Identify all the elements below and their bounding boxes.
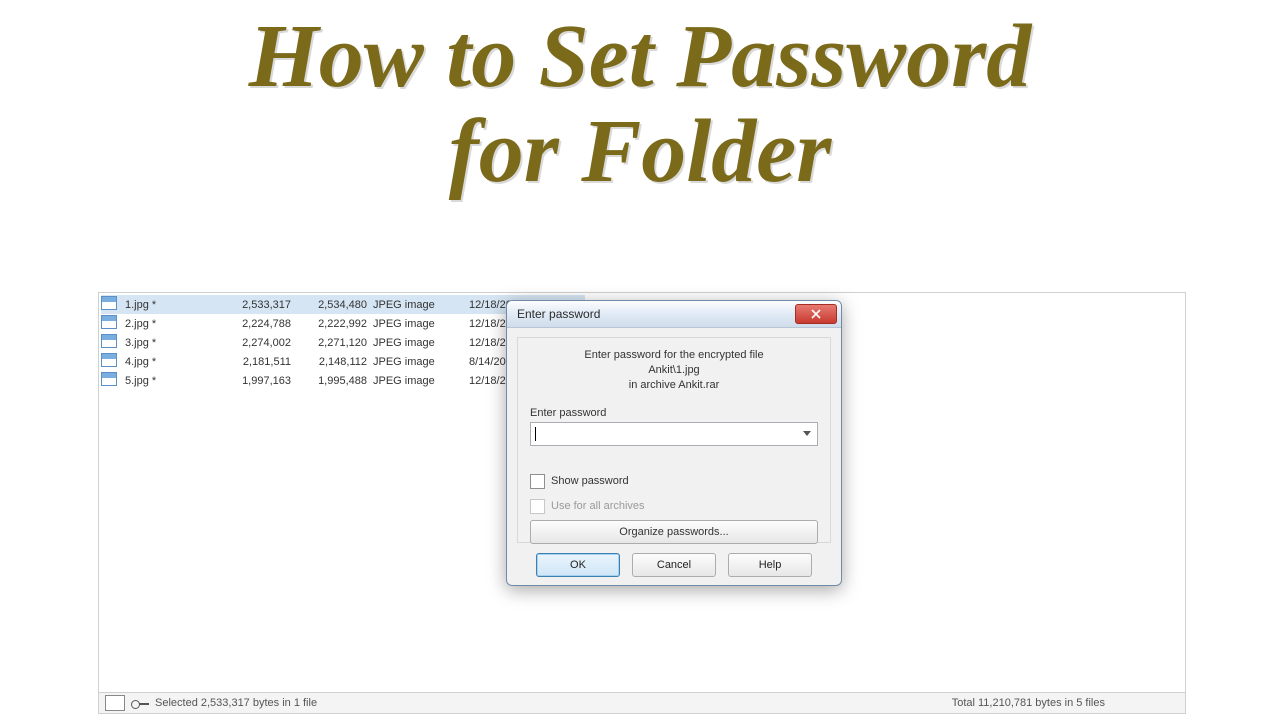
file-name: 5.jpg * [125,371,221,390]
password-label: Enter password [530,407,818,419]
help-button[interactable]: Help [728,553,812,577]
title-line-1: How to Set Password [0,10,1280,105]
organize-passwords-button[interactable]: Organize passwords... [530,520,818,544]
tutorial-title: How to Set Password for Folder [0,0,1280,199]
key-icon [131,698,149,708]
file-name: 2.jpg * [125,314,221,333]
file-name: 3.jpg * [125,333,221,352]
disk-icon [105,695,125,711]
show-password-checkbox[interactable] [530,474,545,489]
dialog-buttons: OK Cancel Help [507,553,841,577]
image-file-icon [101,372,117,386]
file-packed: 2,222,992 [297,314,373,333]
file-type: JPEG image [373,295,469,314]
dialog-msg-line2: Ankit\1.jpg [530,363,818,378]
image-file-icon [101,353,117,367]
use-for-all-checkbox [530,499,545,514]
title-line-2: for Folder [0,105,1280,200]
file-packed: 2,534,480 [297,295,373,314]
file-size: 2,181,511 [221,352,297,371]
cancel-button[interactable]: Cancel [632,553,716,577]
file-packed: 1,995,488 [297,371,373,390]
image-file-icon [101,296,117,310]
use-for-all-row: Use for all archives [530,499,818,514]
show-password-row[interactable]: Show password [530,474,818,489]
use-for-all-label: Use for all archives [551,500,645,512]
dialog-title: Enter password [517,307,600,321]
file-type: JPEG image [373,314,469,333]
file-name: 1.jpg * [125,295,221,314]
file-type: JPEG image [373,371,469,390]
file-type: JPEG image [373,333,469,352]
file-size: 2,274,002 [221,333,297,352]
chevron-down-icon[interactable] [803,431,811,436]
file-type: JPEG image [373,352,469,371]
image-file-icon [101,334,117,348]
file-packed: 2,271,120 [297,333,373,352]
password-input[interactable] [530,422,818,446]
status-total: Total 11,210,781 bytes in 5 files [952,697,1105,709]
close-button[interactable] [795,304,837,324]
dialog-message: Enter password for the encrypted file An… [530,348,818,393]
password-dialog: Enter password Enter password for the en… [506,300,842,586]
show-password-label: Show password [551,475,629,487]
image-file-icon [101,315,117,329]
file-size: 2,224,788 [221,314,297,333]
file-packed: 2,148,112 [297,352,373,371]
file-size: 2,533,317 [221,295,297,314]
close-icon [811,309,821,319]
dialog-msg-line1: Enter password for the encrypted file [530,348,818,363]
status-selected: Selected 2,533,317 bytes in 1 file [155,697,317,709]
status-bar: Selected 2,533,317 bytes in 1 file Total… [99,692,1185,713]
dialog-msg-line3: in archive Ankit.rar [530,378,818,393]
dialog-titlebar[interactable]: Enter password [507,301,841,328]
ok-button[interactable]: OK [536,553,620,577]
file-size: 1,997,163 [221,371,297,390]
file-name: 4.jpg * [125,352,221,371]
dialog-body: Enter password for the encrypted file An… [517,337,831,543]
text-cursor [535,427,536,441]
